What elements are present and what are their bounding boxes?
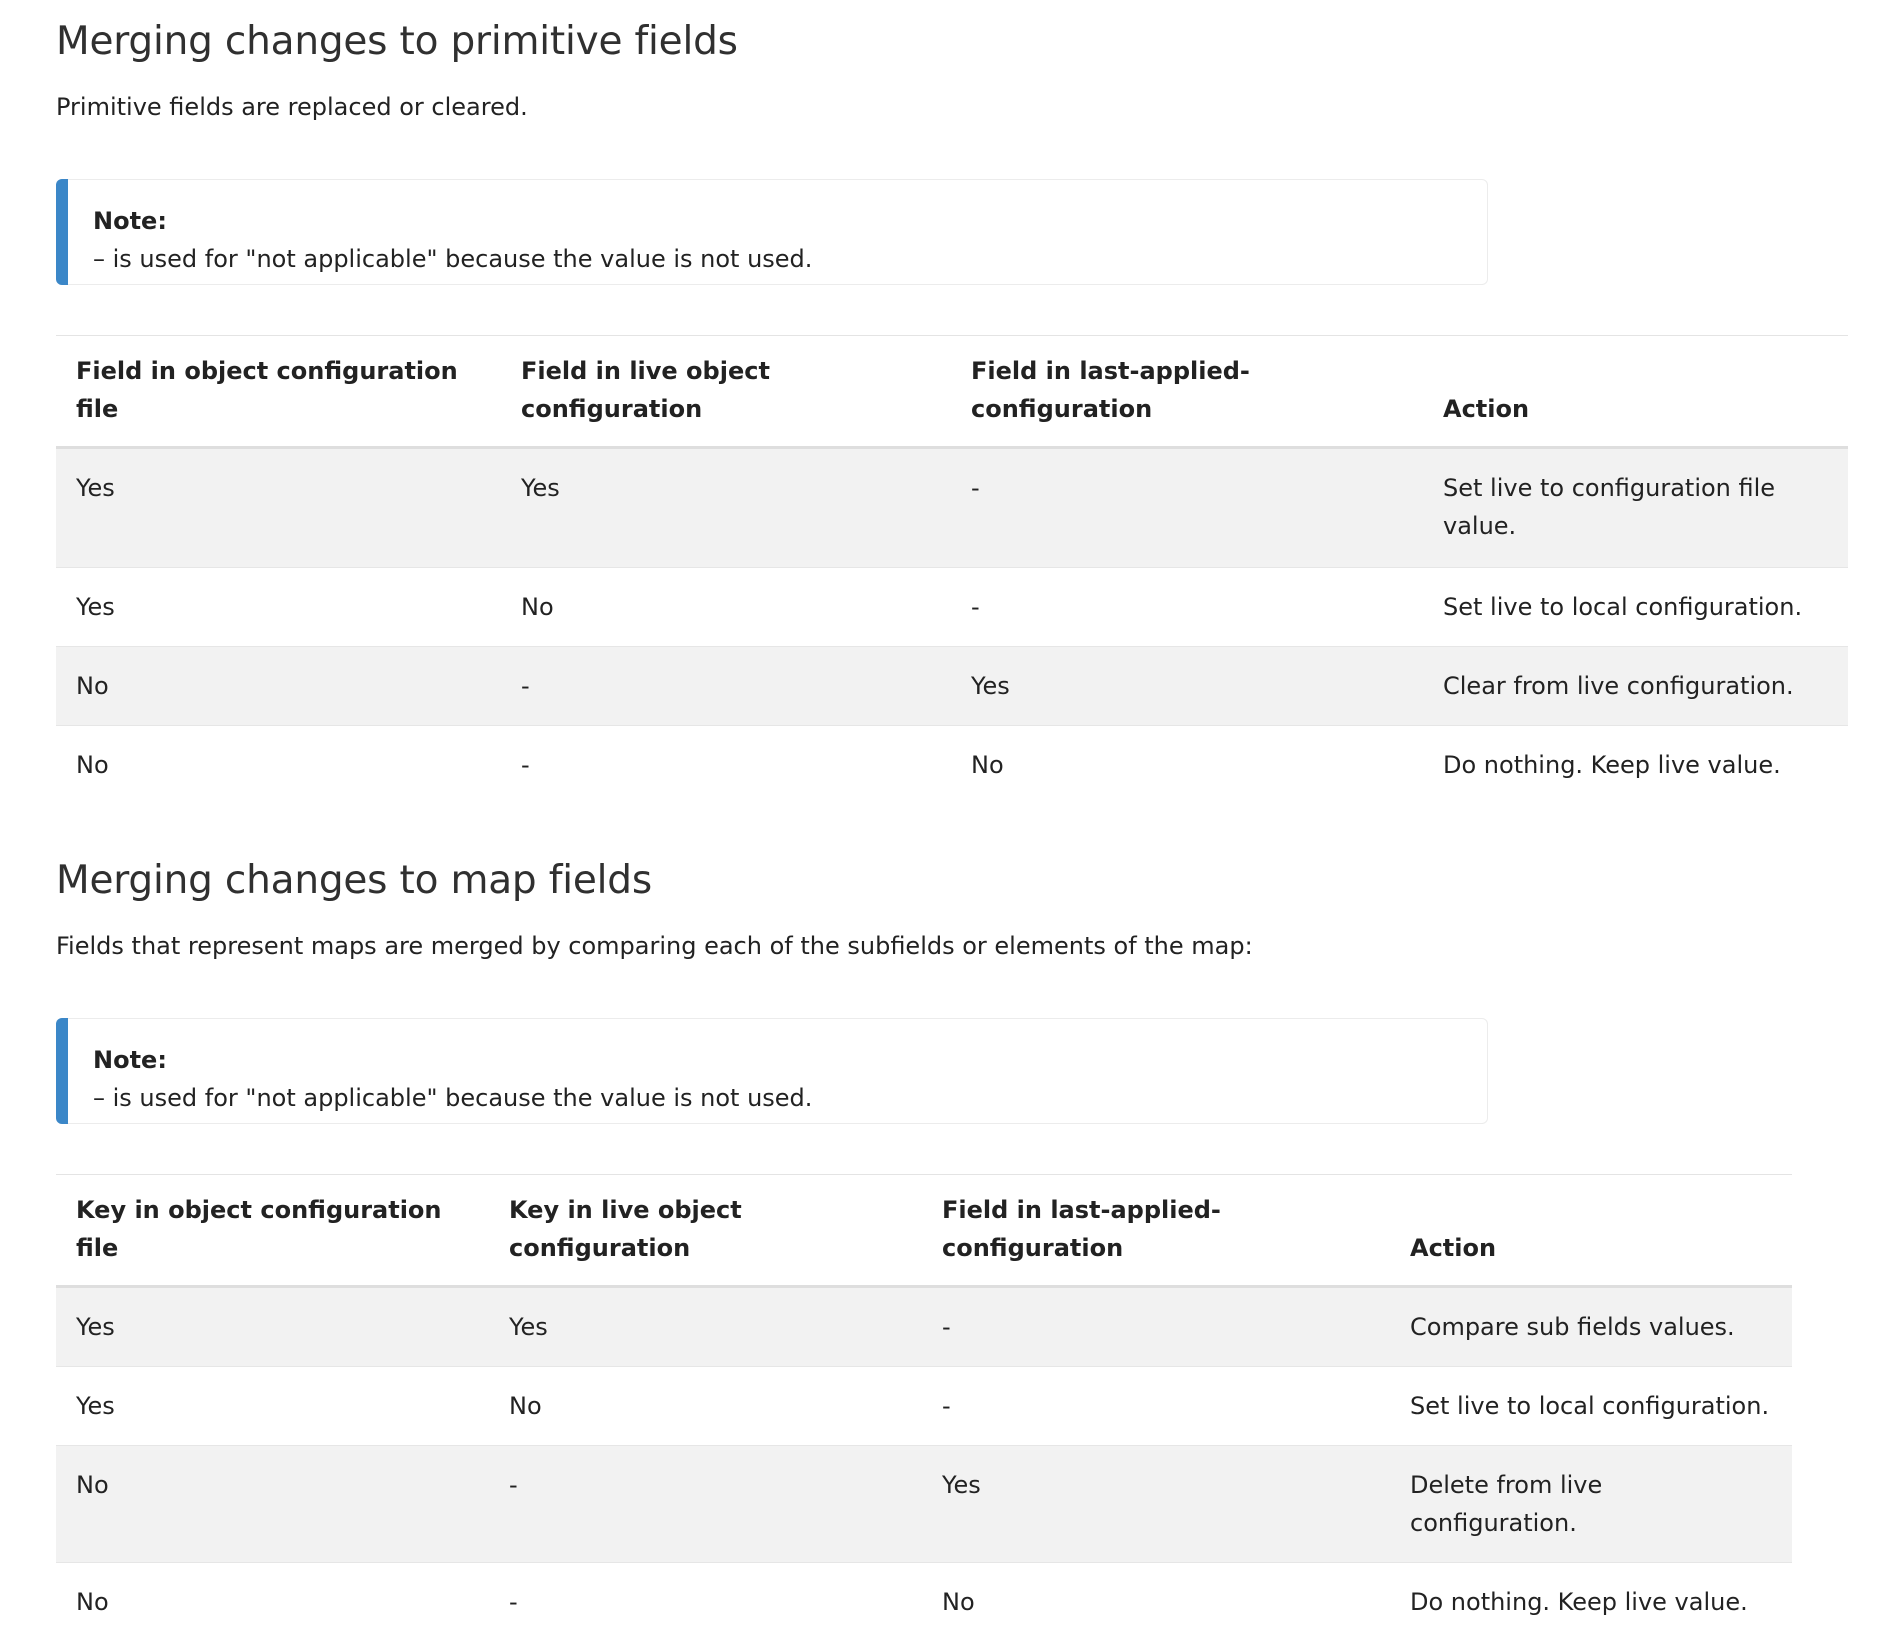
note-content: Note: – is used for "not applicable" bec… — [93, 1041, 812, 1117]
table-cell: Delete from live configuration. — [1390, 1445, 1792, 1563]
map-fields-table: Key in object configuration file Key in … — [56, 1173, 1792, 1641]
table-cell: Yes — [489, 1286, 922, 1367]
table-header-row: Key in object configuration file Key in … — [56, 1173, 1792, 1288]
table-cell: Yes — [922, 1445, 1390, 1563]
table-cell: No — [942, 1587, 975, 1616]
table-cell: Yes — [501, 447, 951, 568]
table-cell: - — [922, 1366, 1390, 1446]
table-cell: - — [501, 646, 951, 726]
table-row: No - No Do nothing. Keep live value. — [56, 725, 1848, 804]
note-title: Note: — [93, 1045, 167, 1074]
table-cell: Yes — [56, 1366, 489, 1446]
column-header: Key in object configuration file — [56, 1173, 489, 1288]
table-cell: Do nothing. Keep live value. — [1443, 750, 1781, 779]
table-row: No - Yes Delete from live configuration. — [56, 1445, 1792, 1563]
table-cell: No — [76, 750, 109, 779]
table-cell: No — [501, 567, 951, 647]
page: Merging changes to primitive fields Prim… — [0, 0, 1898, 1641]
table-cell: No — [76, 1587, 109, 1616]
table-cell: - — [951, 447, 1423, 568]
table-cell: - — [922, 1286, 1390, 1367]
column-header: Action — [1423, 334, 1848, 449]
table-cell: No — [56, 646, 501, 726]
section-lead-primitive: Primitive fields are replaced or cleared… — [56, 92, 528, 121]
table-row: Yes Yes - Set live to configuration file… — [56, 447, 1848, 568]
table-cell: Set live to configuration file value. — [1423, 447, 1848, 568]
table-cell: No — [971, 750, 1004, 779]
note-text: – is used for "not applicable" because t… — [93, 1083, 813, 1112]
table-cell: - — [509, 1587, 518, 1616]
table-row: No - Yes Clear from live configuration. — [56, 646, 1848, 726]
table-cell: Yes — [951, 646, 1423, 726]
table-cell: Yes — [56, 447, 501, 568]
column-header: Field in last-applied-configuration — [922, 1173, 1390, 1288]
note-text: – is used for "not applicable" because t… — [93, 244, 813, 273]
section-title-primitive: Merging changes to primitive fields — [56, 19, 738, 64]
table-cell: Set live to local configuration. — [1390, 1366, 1792, 1446]
primitive-fields-table: Field in object configuration file Field… — [56, 334, 1848, 804]
table-cell: No — [56, 1445, 489, 1563]
table-cell: Yes — [56, 1286, 489, 1367]
note-content: Note: – is used for "not applicable" bec… — [93, 202, 812, 278]
table-cell: No — [489, 1366, 922, 1446]
section-lead-map: Fields that represent maps are merged by… — [56, 931, 1253, 960]
note-title: Note: — [93, 206, 167, 235]
table-cell: - — [521, 750, 530, 779]
column-header: Field in last-applied-configuration — [951, 334, 1423, 449]
table-row: Yes Yes - Compare sub fields values. — [56, 1286, 1792, 1367]
table-row: Yes No - Set live to local configuration… — [56, 567, 1848, 647]
column-header: Action — [1390, 1173, 1792, 1288]
table-cell: Do nothing. Keep live value. — [1410, 1587, 1748, 1616]
table-cell: - — [489, 1445, 922, 1563]
table-cell: Yes — [56, 567, 501, 647]
column-header: Field in object configuration file — [56, 334, 501, 449]
note-callout-primitive: Note: – is used for "not applicable" bec… — [56, 178, 1488, 285]
table-row: Yes No - Set live to local configuration… — [56, 1366, 1792, 1446]
table-row: No - No Do nothing. Keep live value. — [56, 1562, 1792, 1641]
table-cell: Compare sub fields values. — [1390, 1286, 1792, 1367]
note-callout-map: Note: – is used for "not applicable" bec… — [56, 1017, 1488, 1124]
table-cell: - — [951, 567, 1423, 647]
table-cell: Clear from live configuration. — [1423, 646, 1848, 726]
column-header: Field in live object configuration — [501, 334, 951, 449]
section-title-map: Merging changes to map fields — [56, 857, 652, 903]
table-cell: Set live to local configuration. — [1423, 567, 1848, 647]
column-header: Key in live object configuration — [489, 1173, 922, 1288]
table-header-row: Field in object configuration file Field… — [56, 334, 1848, 449]
